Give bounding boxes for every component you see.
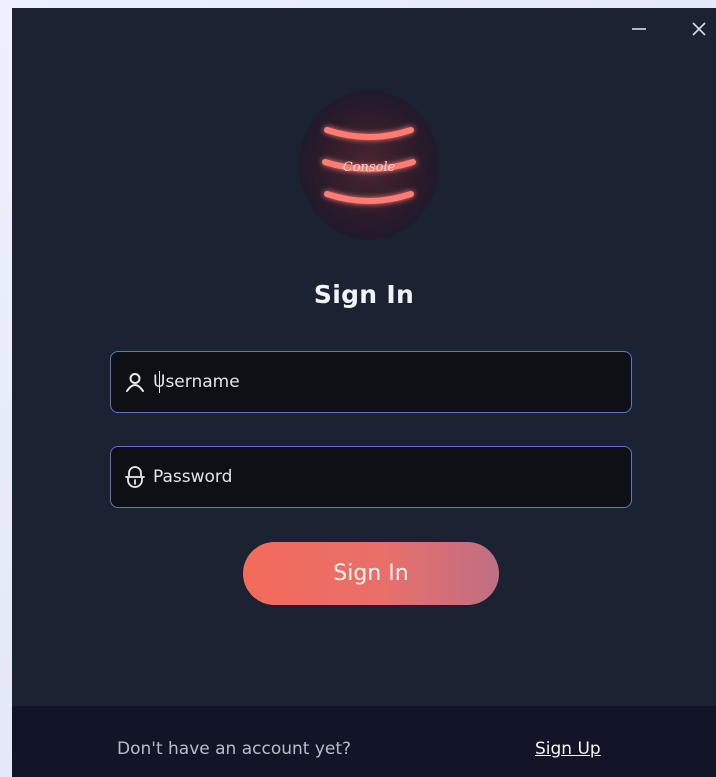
page-title: Sign In: [313, 280, 415, 309]
sign-in-window: Console Sign In Username Sign In Don't h…: [12, 8, 716, 777]
password-input[interactable]: [153, 457, 631, 497]
close-button[interactable]: [684, 14, 714, 44]
minimize-button[interactable]: [624, 14, 654, 44]
desktop-background: Console Sign In Username Sign In Don't h…: [0, 0, 716, 777]
lock-icon: [122, 464, 148, 490]
app-logo: Console: [299, 90, 439, 240]
username-field[interactable]: [110, 351, 632, 413]
text-cursor: [159, 371, 160, 393]
user-icon: [122, 369, 148, 395]
password-field[interactable]: [110, 446, 632, 508]
signup-prompt: Don't have an account yet?: [117, 739, 352, 759]
footer-bar: Don't have an account yet? Sign Up: [12, 706, 716, 777]
sign-up-link[interactable]: Sign Up: [535, 739, 601, 759]
logo-script-text: Console: [343, 160, 396, 175]
minimize-icon: [632, 28, 646, 30]
sign-in-button[interactable]: Sign In: [243, 542, 499, 605]
username-input[interactable]: [153, 362, 631, 402]
close-icon: [692, 22, 706, 36]
